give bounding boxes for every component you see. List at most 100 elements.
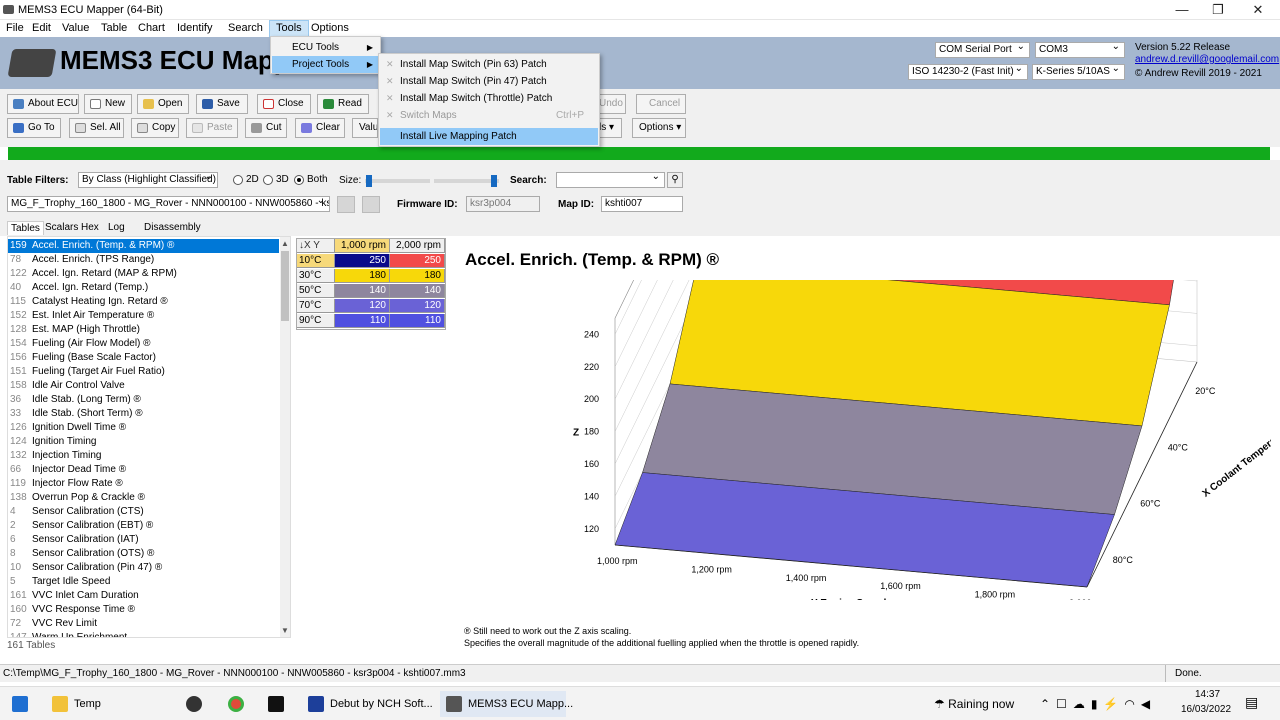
list-item[interactable]: 152 Est. Inlet Air Temperature ®	[8, 309, 279, 323]
list-item[interactable]: 115 Catalyst Heating Ign. Retard ®	[8, 295, 279, 309]
menu-chart[interactable]: Chart	[132, 20, 171, 37]
list-item[interactable]: 160 VVC Response Time ®	[8, 603, 279, 617]
row-header[interactable]: 10°C	[297, 254, 335, 268]
list-item[interactable]: 119 Injector Flow Rate ®	[8, 477, 279, 491]
close-button[interactable]: Close	[257, 94, 311, 114]
list-scrollbar[interactable]: ▲ ▼	[280, 237, 290, 637]
cancel-button[interactable]: Cancel	[636, 94, 686, 114]
switch-maps-item[interactable]: ✕ Switch Maps Ctrl+P	[380, 107, 598, 124]
radio-2d[interactable]	[233, 175, 243, 185]
size-slider-min-thumb[interactable]	[366, 175, 372, 187]
start-button[interactable]	[12, 691, 34, 717]
cut-button[interactable]: Cut	[245, 118, 287, 138]
row-header[interactable]: 70°C	[297, 299, 335, 313]
engine-select[interactable]: K-Series 5/10AS	[1032, 64, 1125, 80]
menu-tools[interactable]: Tools	[269, 20, 309, 37]
protocol-select[interactable]: ISO 14230-2 (Fast Init)	[908, 64, 1028, 80]
install-live-mapping-patch-item[interactable]: Install Live Mapping Patch	[380, 128, 598, 145]
close-icon[interactable]: ✕	[1240, 0, 1276, 20]
taskbar-chrome[interactable]	[228, 691, 250, 717]
new-button[interactable]: New	[84, 94, 132, 114]
scroll-up-icon[interactable]: ▲	[281, 239, 289, 248]
list-item[interactable]: 151 Fueling (Target Air Fuel Ratio)	[8, 365, 279, 379]
ecu-tools-menu-item[interactable]: ECU Tools ▶	[272, 39, 379, 56]
copy-button[interactable]: Copy	[131, 118, 179, 138]
list-item[interactable]: 161 VVC Inlet Cam Duration	[8, 589, 279, 603]
column-header[interactable]: 1,000 rpm	[335, 239, 390, 253]
list-item[interactable]: 124 Ignition Timing	[8, 435, 279, 449]
list-item[interactable]: 8 Sensor Calibration (OTS) ®	[8, 547, 279, 561]
menu-edit[interactable]: Edit	[26, 20, 57, 37]
list-item[interactable]: 147 Warm Up Enrichment	[8, 631, 279, 637]
row-header[interactable]: 50°C	[297, 284, 335, 298]
maximize-icon[interactable]: ❐	[1200, 0, 1236, 20]
email-link[interactable]: andrew.d.revill@googlemail.com	[1135, 54, 1279, 65]
list-item[interactable]: 72 VVC Rev Limit	[8, 617, 279, 631]
paste-button[interactable]: Paste	[186, 118, 238, 138]
list-item[interactable]: 78 Accel. Enrich. (TPS Range)	[8, 253, 279, 267]
row-header[interactable]: 30°C	[297, 269, 335, 283]
install-map-switch-pin47-item[interactable]: ✕ Install Map Switch (Pin 47) Patch	[380, 73, 598, 90]
grid-cell[interactable]: 140	[390, 284, 445, 298]
list-item[interactable]: 158 Idle Air Control Valve	[8, 379, 279, 393]
taskbar-temp[interactable]: Temp	[52, 691, 162, 717]
grid-cell[interactable]: 180	[335, 269, 390, 283]
list-item[interactable]: 154 Fueling (Air Flow Model) ®	[8, 337, 279, 351]
notification-icon[interactable]: ▤	[1245, 694, 1258, 711]
menu-identify[interactable]: Identify	[171, 20, 218, 37]
list-item[interactable]: 33 Idle Stab. (Short Term) ®	[8, 407, 279, 421]
about-ecu-button[interactable]: About ECU	[7, 94, 79, 114]
radio-both[interactable]	[294, 175, 304, 185]
list-item[interactable]: 138 Overrun Pop & Crackle ®	[8, 491, 279, 505]
read-button[interactable]: Read	[317, 94, 369, 114]
list-item[interactable]: 40 Accel. Ign. Retard (Temp.)	[8, 281, 279, 295]
grid-cell[interactable]: 140	[335, 284, 390, 298]
list-item[interactable]: 122 Accel. Ign. Retard (MAP & RPM)	[8, 267, 279, 281]
menu-search[interactable]: Search	[222, 20, 269, 37]
clear-button[interactable]: Clear	[295, 118, 345, 138]
grid-cell[interactable]: 250	[335, 254, 390, 268]
list-item[interactable]: 128 Est. MAP (High Throttle)	[8, 323, 279, 337]
save-button[interactable]: Save	[196, 94, 248, 114]
list-item[interactable]: 132 Injection Timing	[8, 449, 279, 463]
list-item[interactable]: 126 Ignition Dwell Time ®	[8, 421, 279, 435]
tab-log[interactable]: Log	[105, 221, 128, 235]
surface-chart[interactable]: 120 140 160 180 200 220 240 1,000 rpm 1,200 rpm 1…	[455, 280, 1271, 600]
go-to-button[interactable]: Go To	[7, 118, 61, 138]
file-select[interactable]: MG_F_Trophy_160_1800 - MG_Rover - NNN000…	[7, 196, 330, 212]
grid-cell[interactable]: 110	[335, 314, 390, 328]
search-icon[interactable]: ⚲	[667, 172, 683, 188]
tab-disassembly[interactable]: Disassembly	[141, 221, 204, 235]
table-filter-select[interactable]: By Class (Highlight Classified)	[78, 172, 218, 188]
taskbar-terminal[interactable]	[268, 691, 290, 717]
column-header[interactable]: 2,000 rpm	[390, 239, 445, 253]
grid-cell[interactable]: 120	[390, 299, 445, 313]
list-item[interactable]: 36 Idle Stab. (Long Term) ®	[8, 393, 279, 407]
grid-cell[interactable]: 180	[390, 269, 445, 283]
list-item[interactable]: 5 Target Idle Speed	[8, 575, 279, 589]
port-select[interactable]: COM3	[1035, 42, 1125, 58]
list-item[interactable]: 156 Fueling (Base Scale Factor)	[8, 351, 279, 365]
row-header[interactable]: 90°C	[297, 314, 335, 328]
map-id-field[interactable]: kshti007	[601, 196, 683, 212]
tab-scalars[interactable]: Scalars	[42, 221, 81, 235]
taskbar-debut[interactable]: Debut by NCH Soft...	[308, 691, 438, 717]
grid-corner[interactable]: ↓X Y	[297, 239, 335, 253]
project-tools-menu-item[interactable]: Project Tools ▶	[272, 56, 379, 73]
prev-file-button[interactable]	[337, 196, 355, 213]
tab-tables[interactable]: Tables	[7, 221, 44, 235]
grid-cell[interactable]: 110	[390, 314, 445, 328]
list-item[interactable]: 4 Sensor Calibration (CTS)	[8, 505, 279, 519]
list-item[interactable]: 6 Sensor Calibration (IAT)	[8, 533, 279, 547]
install-map-switch-throttle-item[interactable]: ✕ Install Map Switch (Throttle) Patch	[380, 90, 598, 107]
scroll-down-icon[interactable]: ▼	[281, 626, 289, 635]
select-all-button[interactable]: Sel. All	[69, 118, 124, 138]
options-button[interactable]: Options ▾	[632, 118, 686, 138]
grid-cell[interactable]: 120	[335, 299, 390, 313]
menu-value[interactable]: Value	[56, 20, 95, 37]
scroll-thumb[interactable]	[281, 251, 289, 321]
radio-3d[interactable]	[263, 175, 273, 185]
tab-hex[interactable]: Hex	[78, 221, 102, 235]
next-file-button[interactable]	[362, 196, 380, 213]
taskbar-dell[interactable]	[186, 691, 208, 717]
